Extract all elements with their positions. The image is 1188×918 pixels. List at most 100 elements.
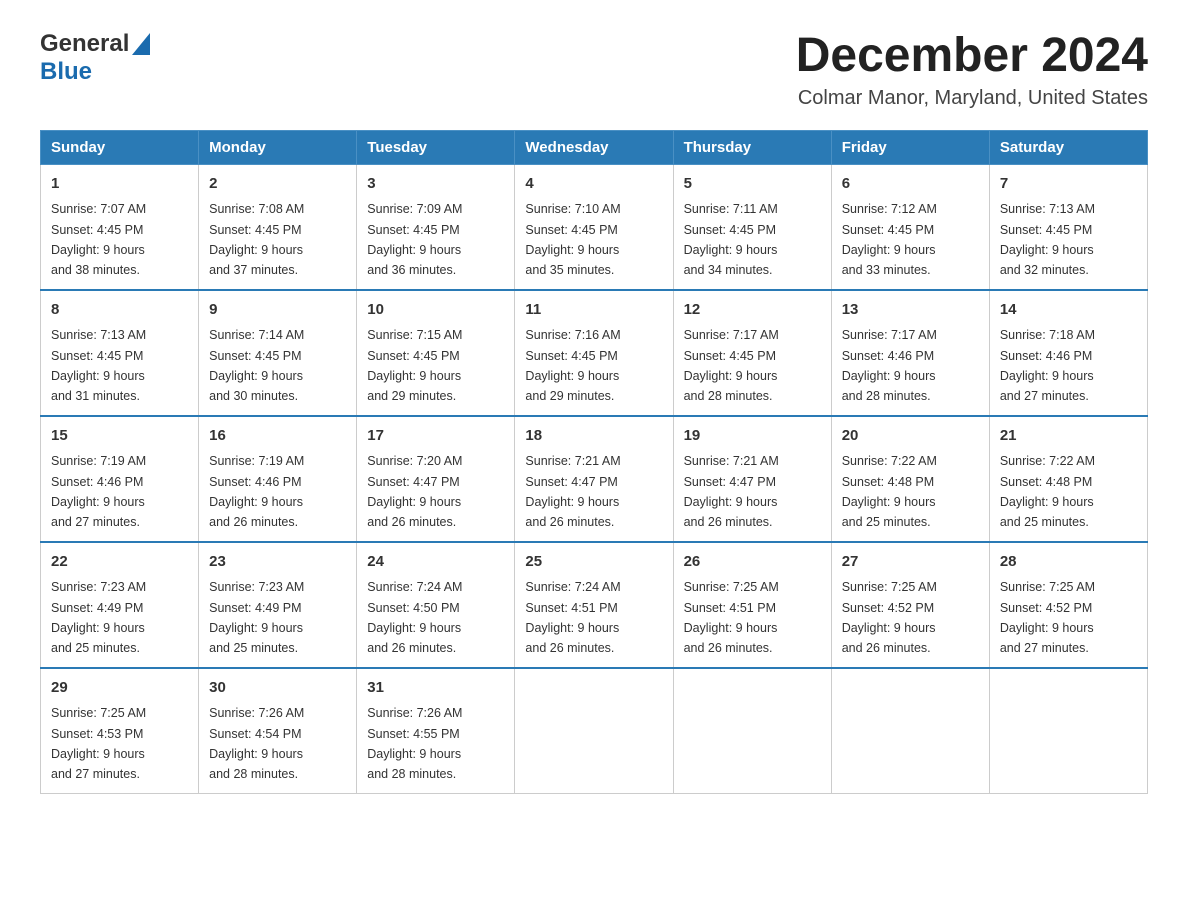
calendar-week-row: 29 Sunrise: 7:25 AMSunset: 4:53 PMDaylig…	[41, 668, 1148, 794]
logo-triangle-icon	[132, 33, 150, 55]
calendar-cell: 9 Sunrise: 7:14 AMSunset: 4:45 PMDayligh…	[199, 290, 357, 416]
calendar-cell: 6 Sunrise: 7:12 AMSunset: 4:45 PMDayligh…	[831, 164, 989, 290]
day-number: 4	[525, 173, 662, 196]
day-info: Sunrise: 7:15 AMSunset: 4:45 PMDaylight:…	[367, 328, 462, 403]
calendar-cell: 31 Sunrise: 7:26 AMSunset: 4:55 PMDaylig…	[357, 668, 515, 794]
calendar-cell: 7 Sunrise: 7:13 AMSunset: 4:45 PMDayligh…	[989, 164, 1147, 290]
day-info: Sunrise: 7:24 AMSunset: 4:50 PMDaylight:…	[367, 580, 462, 655]
day-info: Sunrise: 7:22 AMSunset: 4:48 PMDaylight:…	[1000, 454, 1095, 529]
day-info: Sunrise: 7:25 AMSunset: 4:52 PMDaylight:…	[842, 580, 937, 655]
day-info: Sunrise: 7:25 AMSunset: 4:52 PMDaylight:…	[1000, 580, 1095, 655]
day-info: Sunrise: 7:20 AMSunset: 4:47 PMDaylight:…	[367, 454, 462, 529]
day-info: Sunrise: 7:17 AMSunset: 4:46 PMDaylight:…	[842, 328, 937, 403]
calendar-cell: 8 Sunrise: 7:13 AMSunset: 4:45 PMDayligh…	[41, 290, 199, 416]
day-number: 3	[367, 173, 504, 196]
day-info: Sunrise: 7:18 AMSunset: 4:46 PMDaylight:…	[1000, 328, 1095, 403]
calendar-cell: 14 Sunrise: 7:18 AMSunset: 4:46 PMDaylig…	[989, 290, 1147, 416]
day-info: Sunrise: 7:09 AMSunset: 4:45 PMDaylight:…	[367, 202, 462, 277]
calendar-cell: 19 Sunrise: 7:21 AMSunset: 4:47 PMDaylig…	[673, 416, 831, 542]
day-number: 26	[684, 551, 821, 574]
day-number: 14	[1000, 299, 1137, 322]
day-info: Sunrise: 7:23 AMSunset: 4:49 PMDaylight:…	[51, 580, 146, 655]
day-number: 23	[209, 551, 346, 574]
day-info: Sunrise: 7:21 AMSunset: 4:47 PMDaylight:…	[525, 454, 620, 529]
day-number: 19	[684, 425, 821, 448]
day-number: 5	[684, 173, 821, 196]
calendar-cell: 25 Sunrise: 7:24 AMSunset: 4:51 PMDaylig…	[515, 542, 673, 668]
location-subtitle: Colmar Manor, Maryland, United States	[796, 87, 1148, 110]
calendar-cell: 22 Sunrise: 7:23 AMSunset: 4:49 PMDaylig…	[41, 542, 199, 668]
calendar-cell	[831, 668, 989, 794]
day-info: Sunrise: 7:12 AMSunset: 4:45 PMDaylight:…	[842, 202, 937, 277]
month-title: December 2024	[796, 30, 1148, 83]
day-info: Sunrise: 7:21 AMSunset: 4:47 PMDaylight:…	[684, 454, 779, 529]
calendar-cell: 1 Sunrise: 7:07 AMSunset: 4:45 PMDayligh…	[41, 164, 199, 290]
day-info: Sunrise: 7:22 AMSunset: 4:48 PMDaylight:…	[842, 454, 937, 529]
day-info: Sunrise: 7:17 AMSunset: 4:45 PMDaylight:…	[684, 328, 779, 403]
calendar-cell: 10 Sunrise: 7:15 AMSunset: 4:45 PMDaylig…	[357, 290, 515, 416]
calendar-week-row: 8 Sunrise: 7:13 AMSunset: 4:45 PMDayligh…	[41, 290, 1148, 416]
day-number: 20	[842, 425, 979, 448]
calendar-cell	[673, 668, 831, 794]
calendar-cell: 17 Sunrise: 7:20 AMSunset: 4:47 PMDaylig…	[357, 416, 515, 542]
day-number: 21	[1000, 425, 1137, 448]
day-info: Sunrise: 7:26 AMSunset: 4:54 PMDaylight:…	[209, 706, 304, 781]
calendar-cell: 2 Sunrise: 7:08 AMSunset: 4:45 PMDayligh…	[199, 164, 357, 290]
calendar-cell: 12 Sunrise: 7:17 AMSunset: 4:45 PMDaylig…	[673, 290, 831, 416]
day-number: 28	[1000, 551, 1137, 574]
day-info: Sunrise: 7:14 AMSunset: 4:45 PMDaylight:…	[209, 328, 304, 403]
day-info: Sunrise: 7:13 AMSunset: 4:45 PMDaylight:…	[1000, 202, 1095, 277]
day-info: Sunrise: 7:16 AMSunset: 4:45 PMDaylight:…	[525, 328, 620, 403]
day-number: 29	[51, 677, 188, 700]
day-number: 9	[209, 299, 346, 322]
calendar-header-wednesday: Wednesday	[515, 130, 673, 164]
calendar-cell: 13 Sunrise: 7:17 AMSunset: 4:46 PMDaylig…	[831, 290, 989, 416]
day-number: 1	[51, 173, 188, 196]
day-number: 30	[209, 677, 346, 700]
day-number: 22	[51, 551, 188, 574]
calendar-header-monday: Monday	[199, 130, 357, 164]
calendar-header-sunday: Sunday	[41, 130, 199, 164]
calendar-cell: 5 Sunrise: 7:11 AMSunset: 4:45 PMDayligh…	[673, 164, 831, 290]
day-number: 2	[209, 173, 346, 196]
day-number: 13	[842, 299, 979, 322]
calendar-header-row: SundayMondayTuesdayWednesdayThursdayFrid…	[41, 130, 1148, 164]
title-area: December 2024 Colmar Manor, Maryland, Un…	[796, 30, 1148, 110]
calendar-header-thursday: Thursday	[673, 130, 831, 164]
day-info: Sunrise: 7:24 AMSunset: 4:51 PMDaylight:…	[525, 580, 620, 655]
day-number: 25	[525, 551, 662, 574]
day-info: Sunrise: 7:08 AMSunset: 4:45 PMDaylight:…	[209, 202, 304, 277]
day-number: 18	[525, 425, 662, 448]
day-info: Sunrise: 7:19 AMSunset: 4:46 PMDaylight:…	[51, 454, 146, 529]
calendar-header-saturday: Saturday	[989, 130, 1147, 164]
day-info: Sunrise: 7:10 AMSunset: 4:45 PMDaylight:…	[525, 202, 620, 277]
calendar-header-tuesday: Tuesday	[357, 130, 515, 164]
logo: General Blue	[40, 30, 150, 86]
calendar-cell: 16 Sunrise: 7:19 AMSunset: 4:46 PMDaylig…	[199, 416, 357, 542]
day-number: 7	[1000, 173, 1137, 196]
day-info: Sunrise: 7:25 AMSunset: 4:53 PMDaylight:…	[51, 706, 146, 781]
calendar-cell: 18 Sunrise: 7:21 AMSunset: 4:47 PMDaylig…	[515, 416, 673, 542]
calendar-table: SundayMondayTuesdayWednesdayThursdayFrid…	[40, 130, 1148, 794]
calendar-header-friday: Friday	[831, 130, 989, 164]
calendar-cell: 23 Sunrise: 7:23 AMSunset: 4:49 PMDaylig…	[199, 542, 357, 668]
calendar-cell: 20 Sunrise: 7:22 AMSunset: 4:48 PMDaylig…	[831, 416, 989, 542]
day-info: Sunrise: 7:11 AMSunset: 4:45 PMDaylight:…	[684, 202, 778, 277]
calendar-cell	[989, 668, 1147, 794]
page-header: General Blue December 2024 Colmar Manor,…	[40, 30, 1148, 110]
day-number: 8	[51, 299, 188, 322]
calendar-cell: 27 Sunrise: 7:25 AMSunset: 4:52 PMDaylig…	[831, 542, 989, 668]
day-number: 16	[209, 425, 346, 448]
calendar-cell: 3 Sunrise: 7:09 AMSunset: 4:45 PMDayligh…	[357, 164, 515, 290]
calendar-cell	[515, 668, 673, 794]
day-info: Sunrise: 7:25 AMSunset: 4:51 PMDaylight:…	[684, 580, 779, 655]
day-number: 12	[684, 299, 821, 322]
logo-general-text: General	[40, 30, 129, 58]
day-number: 27	[842, 551, 979, 574]
day-info: Sunrise: 7:13 AMSunset: 4:45 PMDaylight:…	[51, 328, 146, 403]
calendar-cell: 24 Sunrise: 7:24 AMSunset: 4:50 PMDaylig…	[357, 542, 515, 668]
day-number: 10	[367, 299, 504, 322]
calendar-cell: 30 Sunrise: 7:26 AMSunset: 4:54 PMDaylig…	[199, 668, 357, 794]
calendar-cell: 26 Sunrise: 7:25 AMSunset: 4:51 PMDaylig…	[673, 542, 831, 668]
day-number: 24	[367, 551, 504, 574]
